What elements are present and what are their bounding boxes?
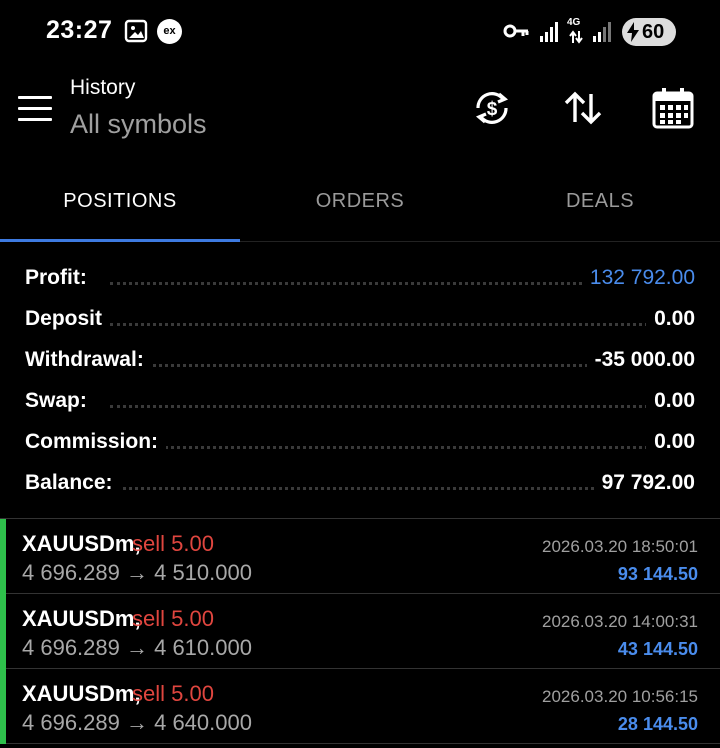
position-profit: 93 144.50 [617,564,698,584]
summary-row-balance: Balance: 97 792.00 [0,463,720,503]
tab-deals[interactable]: DEALS [480,164,720,242]
position-time: 2026.03.20 18:50:01 [542,537,698,556]
battery-indicator: 60 [622,18,676,46]
positions-list: XAUUSDm, sell 5.00 4 696.289 → 4 510.000… [0,518,720,744]
position-row[interactable]: XAUUSDm, sell 5.00 4 696.289 → 4 640.000… [0,669,720,744]
summary-row-commission: Commission: 0.00 [0,422,720,462]
position-profit: 43 144.50 [617,639,698,659]
position-status-bar [0,594,6,669]
dotted-leader [110,405,690,408]
bolt-icon [627,22,639,42]
position-symbol: XAUUSDm, [22,681,141,706]
svg-text:$: $ [487,99,498,120]
withdrawal-label: Withdrawal: [25,348,152,372]
position-time: 2026.03.20 14:00:31 [542,612,698,631]
network-type-label: 4G [567,17,581,28]
status-bar: 23:27 ex 4G 60 [0,0,720,64]
position-symbol: XAUUSDm, [22,606,141,631]
menu-icon[interactable] [18,96,52,122]
position-side: sell 5.00 [132,531,214,556]
currency-exchange-icon[interactable]: $ [470,86,514,130]
profit-label: Profit: [25,266,95,290]
balance-label: Balance: [25,471,121,495]
summary-row-profit: Profit: 132 792.00 [0,258,720,298]
toolbar: History All symbols $ [0,64,720,164]
position-status-bar [0,519,6,594]
swap-label: Swap: [25,389,95,413]
tab-positions[interactable]: POSITIONS [0,164,240,242]
summary-row-deposit: Deposit 0.00 [0,299,720,339]
withdrawal-value: -35 000.00 [586,348,695,372]
position-prices: 4 696.289 → 4 510.000 [22,560,252,585]
vpn-key-icon [503,22,529,45]
active-tab-indicator [0,239,240,242]
balance-value: 97 792.00 [593,471,695,495]
position-status-bar [0,669,6,744]
position-prices: 4 696.289 → 4 640.000 [22,710,252,735]
position-side: sell 5.00 [132,606,214,631]
position-row[interactable]: XAUUSDm, sell 5.00 4 696.289 → 4 510.000… [0,519,720,594]
dotted-leader [110,323,690,326]
signal-icon [593,20,613,47]
sort-icon[interactable] [561,86,605,130]
position-row[interactable]: XAUUSDm, sell 5.00 4 696.289 → 4 610.000… [0,594,720,669]
gallery-icon [124,18,148,49]
signal-icon [540,20,560,47]
calendar-icon[interactable] [651,86,695,130]
tab-bar: POSITIONS ORDERS DEALS [0,164,720,242]
commission-value: 0.00 [646,430,695,454]
profit-value: 132 792.00 [581,266,695,290]
dotted-leader [110,446,690,449]
summary-row-withdrawal: Withdrawal: -35 000.00 [0,340,720,380]
data-arrows-icon [569,30,583,49]
tab-orders[interactable]: ORDERS [240,164,480,242]
status-time: 23:27 [46,16,113,44]
battery-level: 60 [642,21,665,43]
ex-app-icon: ex [157,19,182,44]
position-symbol: XAUUSDm, [22,531,141,556]
deposit-value: 0.00 [646,307,695,331]
deposit-label: Deposit [25,307,111,331]
summary-row-swap: Swap: 0.00 [0,381,720,421]
symbol-filter[interactable]: All symbols [70,109,207,140]
position-side: sell 5.00 [132,681,214,706]
position-prices: 4 696.289 → 4 610.000 [22,635,252,660]
position-time: 2026.03.20 10:56:15 [542,687,698,706]
position-profit: 28 144.50 [617,714,698,734]
swap-value: 0.00 [646,389,695,413]
commission-label: Commission: [25,430,167,454]
page-title: History [70,76,136,99]
